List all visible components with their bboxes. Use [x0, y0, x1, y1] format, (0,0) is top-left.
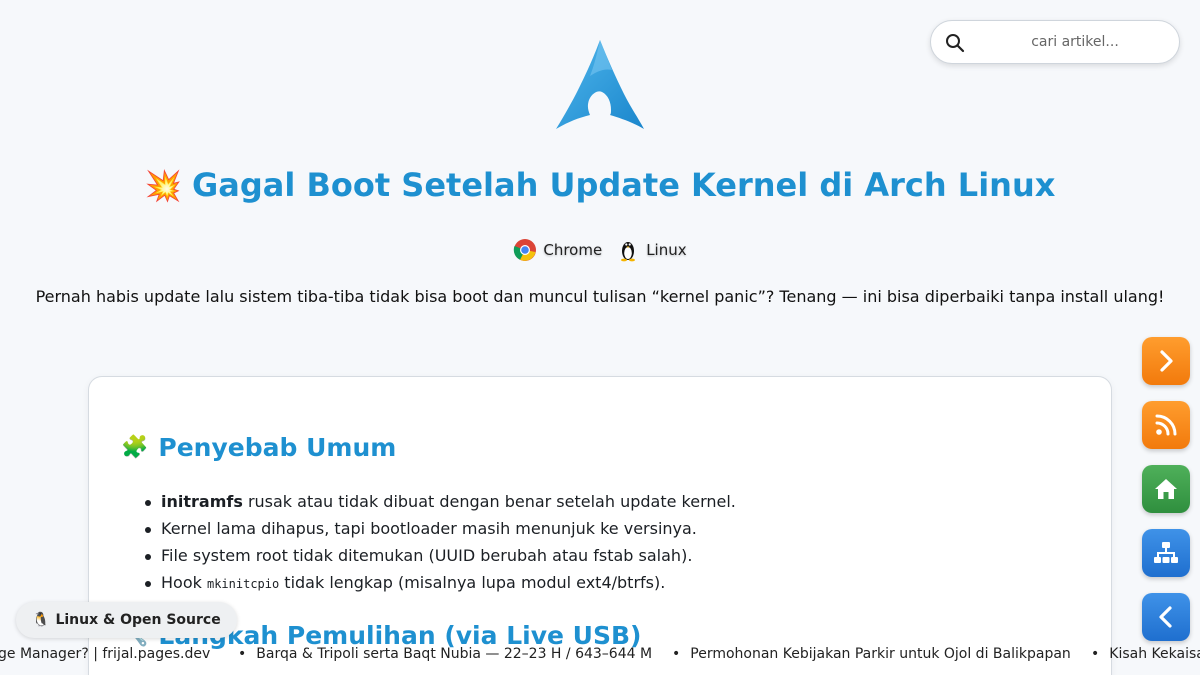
rss-button[interactable]: [1142, 401, 1190, 449]
list-item-code: mkinitcpio: [206, 577, 280, 591]
ticker-item-text: Permohonan Kebijakan Parkir untuk Ojol d…: [690, 646, 1071, 662]
chevron-right-icon: [1160, 350, 1173, 372]
ticker-item[interactable]: • Barqa & Tripoli serta Baqt Nubia — 22–2…: [238, 646, 652, 662]
tag-linux-label: Linux: [646, 241, 687, 259]
home-icon: [1155, 479, 1177, 499]
list-item-strong: initramfs: [161, 492, 243, 511]
ticker-item[interactable]: • Permohonan Kebijakan Parkir untuk Ojol …: [672, 646, 1071, 662]
list-item-text: Kernel lama dihapus, tapi bootloader mas…: [161, 519, 697, 538]
arch-linux-logo[interactable]: [554, 38, 646, 130]
page-title: 💥 Gagal Boot Setelah Update Kernel di Arc…: [0, 166, 1200, 204]
home-button[interactable]: [1142, 465, 1190, 513]
bullet-icon: •: [672, 646, 681, 662]
bullet-icon: •: [1091, 646, 1100, 662]
chrome-icon: [514, 239, 537, 261]
ticker-item[interactable]: ge Manager? | frijal.pages.dev: [0, 646, 210, 662]
list-item-prefix: Hook: [161, 573, 207, 592]
list-item: Kernel lama dihapus, tapi bootloader mas…: [145, 518, 736, 545]
search-input[interactable]: [931, 21, 1179, 63]
tag-linux[interactable]: Linux: [616, 238, 687, 262]
tux-icon: [621, 242, 636, 262]
section-heading-causes: 🧩 Penyebab Umum: [121, 433, 396, 462]
causes-list: initramfs rusak atau tidak dibuat dengan…: [145, 491, 736, 599]
bullet-icon: •: [238, 646, 247, 662]
list-item: initramfs rusak atau tidak dibuat dengan…: [145, 491, 736, 518]
category-badge[interactable]: 🐧 Linux & Open Source: [16, 602, 237, 638]
ticker-item-text: ge Manager? | frijal.pages.dev: [0, 646, 211, 662]
puzzle-icon: 🧩: [121, 435, 149, 460]
list-item: Hook mkinitcpio tidak lengkap (misalnya …: [145, 572, 736, 599]
ticker-item-text: Kisah Kekaisar: [1109, 646, 1200, 662]
page-title-text: Gagal Boot Setelah Update Kernel di Arch…: [192, 166, 1056, 204]
section-heading-causes-text: Penyebab Umum: [158, 433, 397, 462]
sitemap-icon: [1154, 542, 1178, 563]
news-ticker: ge Manager? | frijal.pages.dev • Barqa & …: [0, 640, 1200, 668]
back-button[interactable]: [1142, 593, 1190, 641]
sitemap-button[interactable]: [1142, 529, 1190, 577]
tag-list: Chrome Linux: [0, 238, 1200, 262]
chevron-left-icon: [1159, 606, 1172, 628]
list-item-text: File system root tidak ditemukan (UUID b…: [161, 546, 693, 565]
tag-chrome[interactable]: Chrome: [513, 238, 602, 262]
search-icon: [946, 34, 965, 53]
rss-icon: [1155, 414, 1177, 436]
category-badge-label: Linux & Open Source: [55, 612, 221, 628]
article-card: 🧩 Penyebab Umum initramfs rusak atau tid…: [88, 376, 1112, 675]
tag-chrome-label: Chrome: [543, 241, 603, 259]
list-item-text: tidak lengkap (misalnya lupa modul ext4/…: [279, 573, 666, 592]
list-item-text: rusak atau tidak dibuat dengan benar set…: [242, 492, 736, 511]
intro-text: Pernah habis update lalu sistem tiba-tib…: [35, 287, 1165, 306]
search-box[interactable]: [930, 20, 1180, 64]
next-button[interactable]: [1142, 337, 1190, 385]
ticker-item-text: Barqa & Tripoli serta Baqt Nubia — 22–23…: [256, 646, 653, 662]
list-item: File system root tidak ditemukan (UUID b…: [145, 545, 736, 572]
explosion-icon: 💥: [144, 169, 182, 204]
ticker-item[interactable]: • Kisah Kekaisar: [1091, 646, 1200, 662]
penguin-icon: 🐧: [32, 612, 50, 628]
